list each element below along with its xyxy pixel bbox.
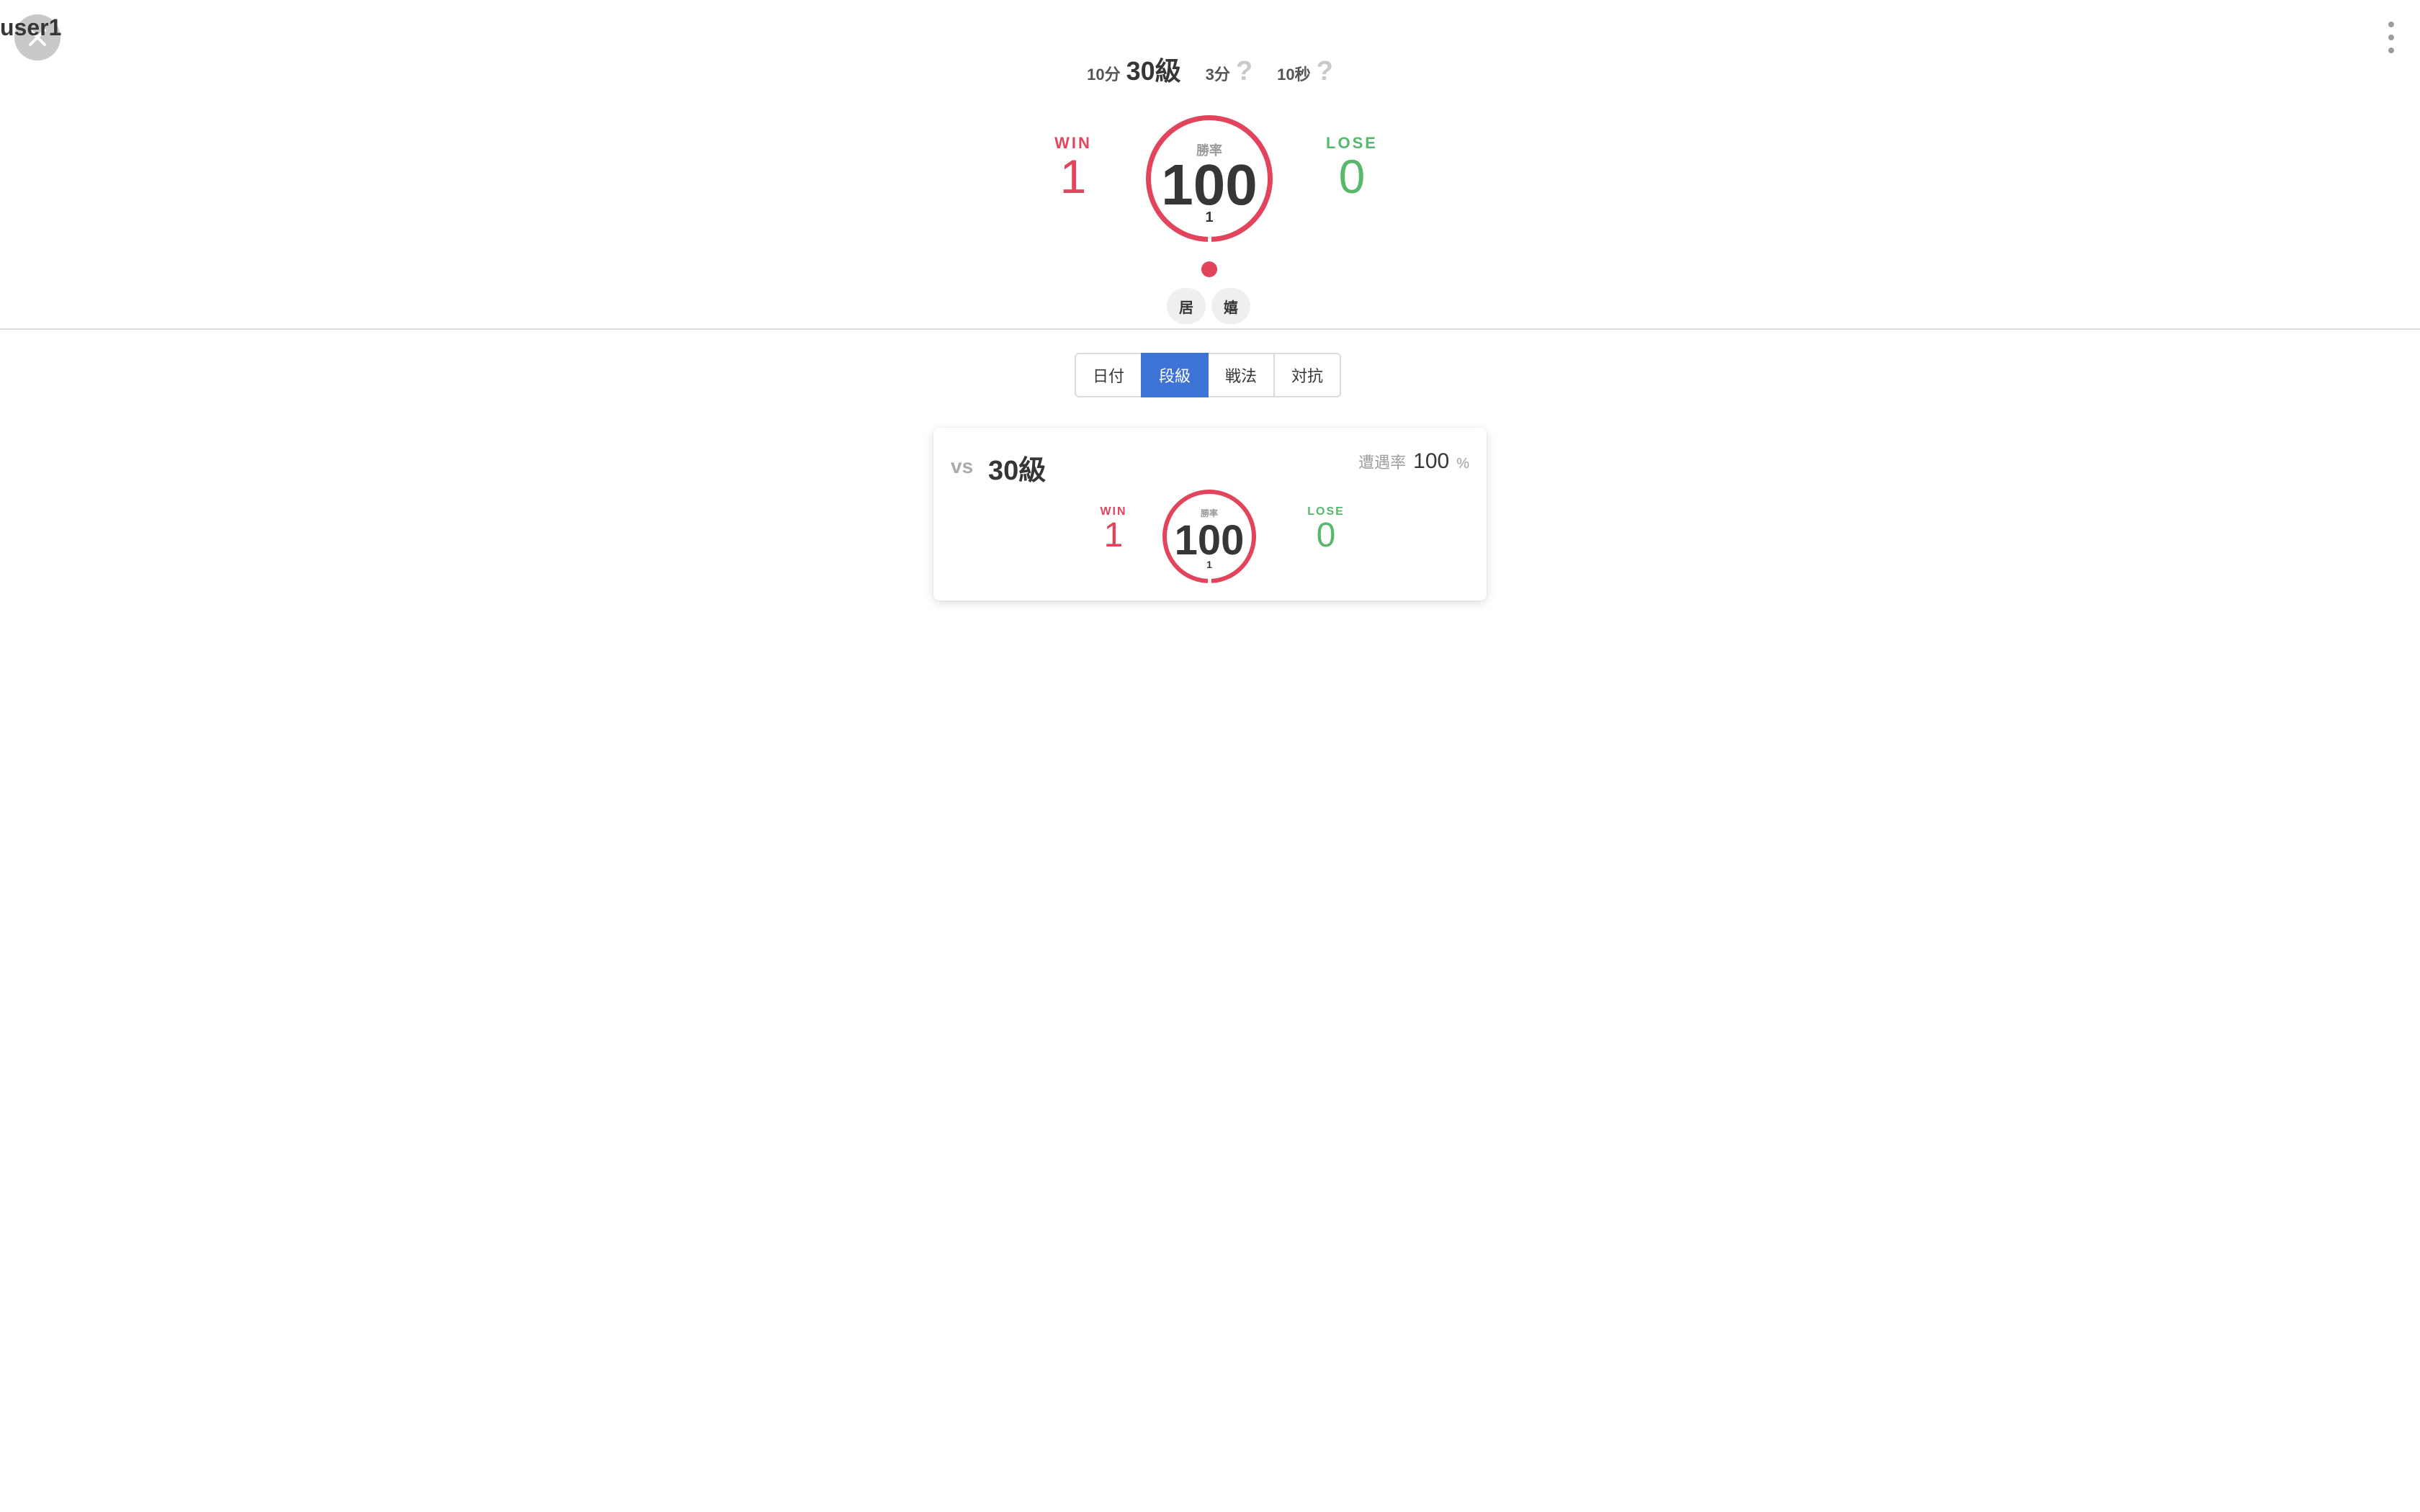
lose-count: 0 — [1338, 150, 1366, 203]
rule-10min: 10分 30級 — [1087, 50, 1181, 88]
win-count: 1 — [1059, 150, 1087, 203]
result-dot-win[interactable] — [1201, 261, 1217, 277]
card-win-summary: WIN 1 — [1088, 505, 1139, 553]
tab-date[interactable]: 日付 — [1075, 353, 1142, 397]
tab-tactic[interactable]: 戦法 — [1207, 353, 1275, 397]
win-rate-value: 100 — [1161, 153, 1258, 217]
view-tabs: 日付 段級 戦法 対抗 — [1075, 353, 1341, 397]
divider — [0, 328, 2420, 330]
rule-ranks: 10分 30級 3分 ? 10秒 ? — [0, 50, 2420, 88]
win-summary: WIN 1 — [1048, 134, 1098, 200]
tactic-tags: 居 嬉 — [1167, 288, 1250, 324]
encounter-rate-value: 100 — [1413, 449, 1450, 473]
tag-chip[interactable]: 嬉 — [1211, 288, 1250, 324]
rule-rank-unknown: ? — [1235, 56, 1253, 86]
card-win-count: 1 — [1103, 516, 1124, 554]
encounter-rate: 遭遇率 100 % — [1358, 449, 1469, 474]
encounter-rate-unit: % — [1456, 456, 1469, 472]
rule-label: 10分 — [1087, 66, 1121, 84]
rule-rank: 30級 — [1126, 56, 1181, 86]
rule-rank-unknown: ? — [1316, 56, 1333, 86]
card-win-rate-games: 1 — [1206, 559, 1212, 570]
encounter-rate-label: 遭遇率 — [1358, 454, 1407, 472]
rule-label: 10秒 — [1277, 66, 1311, 84]
user-name: user1 — [0, 14, 62, 40]
rule-10sec: 10秒 ? — [1277, 56, 1333, 87]
tab-opposing[interactable]: 対抗 — [1273, 353, 1341, 397]
card-lose-summary: LOSE 0 — [1297, 505, 1355, 553]
lose-summary: LOSE 0 — [1312, 134, 1392, 200]
opponent-rank-card[interactable]: vs 30級 遭遇率 100 % WIN 1 勝率 100 1 LOSE 0 — [933, 428, 1487, 600]
tag-chip[interactable]: 居 — [1167, 288, 1206, 324]
rule-3min: 3分 ? — [1206, 56, 1252, 87]
opponent-rank: 30級 — [988, 456, 1047, 486]
card-win-rate-value: 100 — [1174, 517, 1245, 564]
card-lose-count: 0 — [1316, 516, 1336, 554]
tab-rank[interactable]: 段級 — [1141, 353, 1209, 397]
win-rate-games: 1 — [1205, 210, 1214, 225]
rule-label: 3分 — [1205, 66, 1230, 84]
win-rate-ring: 勝率 100 1 — [1146, 115, 1273, 242]
vs-label: vs — [951, 455, 974, 477]
card-win-rate-ring: 勝率 100 1 — [1162, 490, 1256, 583]
